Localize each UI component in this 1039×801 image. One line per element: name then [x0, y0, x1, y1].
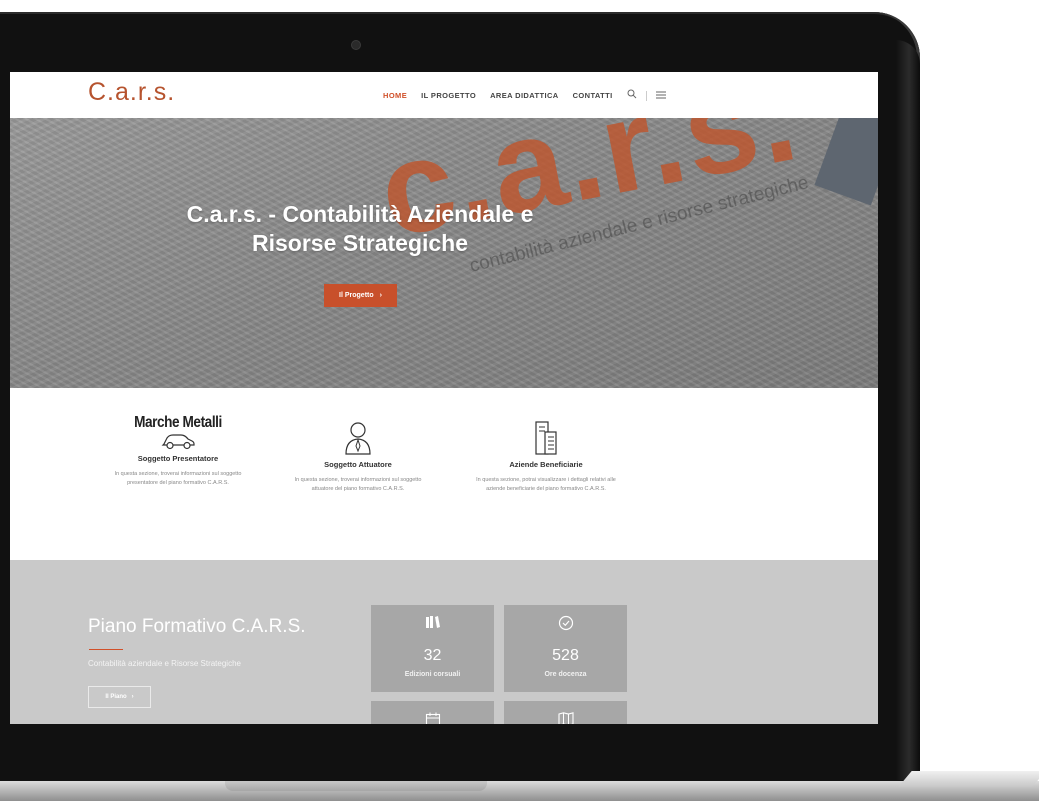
feature-description: In questa sezione, troverai informazioni… [114, 471, 242, 486]
books-icon [371, 615, 494, 634]
website-screen: C.a.r.s. HOME IL PROGETTO AREA DIDATTICA… [10, 72, 878, 724]
stat-card-edizioni[interactable]: 32 Edizioni corsuali [371, 605, 494, 692]
plan-title: Piano Formativo C.A.R.S. [88, 616, 306, 637]
plan-title-underline [89, 649, 123, 650]
laptop-base-notch [225, 781, 487, 791]
feature-soggetto-attuatore[interactable]: Soggetto Attuatore In questa sezione, tr… [283, 388, 433, 494]
laptop-mockup: C.a.r.s. HOME IL PROGETTO AREA DIDATTICA… [0, 0, 1039, 801]
il-progetto-button[interactable]: Il Progetto › [324, 284, 397, 307]
il-piano-button-label: Il Piano [105, 694, 127, 700]
nav-item-contatti[interactable]: CONTATTI [573, 91, 613, 100]
person-icon [345, 422, 371, 455]
laptop-base-edge [898, 771, 1039, 787]
feature-title: Soggetto Attuatore [324, 460, 392, 469]
hero-background-corner [814, 118, 878, 206]
search-icon[interactable] [627, 89, 637, 102]
feature-title: Aziende Beneficiarie [509, 460, 583, 469]
stat-value: 528 [552, 647, 579, 664]
map-icon [504, 712, 627, 724]
menu-icon[interactable] [655, 90, 666, 102]
nav-divider [645, 90, 647, 101]
calendar-icon [371, 712, 494, 724]
stat-card-calendar[interactable] [371, 701, 494, 724]
stat-card-map[interactable] [504, 701, 627, 724]
hero-banner: c.a.r.s. contabilità aziendale e risorse… [10, 118, 878, 388]
piano-formativo-section: Piano Formativo C.A.R.S. Contabilità azi… [10, 560, 878, 724]
laptop-lid-edge [896, 40, 920, 780]
il-progetto-button-label: Il Progetto [339, 292, 374, 299]
clock-icon [504, 615, 627, 636]
feature-soggetto-presentatore[interactable]: Marche Metalli Soggetto Presentatore In … [103, 388, 253, 488]
feature-description: In questa sezione, troverai informazioni… [294, 477, 422, 492]
feature-aziende-beneficiarie[interactable]: Aziende Beneficiarie In questa sezione, … [471, 388, 621, 494]
stat-label: Edizioni corsuali [404, 671, 461, 678]
nav-item-area-didattica[interactable]: AREA DIDATTICA [490, 91, 559, 100]
building-icon [535, 421, 557, 455]
hero-title: C.a.r.s. - Contabilità Aziendale e Risor… [186, 201, 534, 256]
nav-item-home[interactable]: HOME [383, 91, 407, 100]
car-icon [161, 434, 195, 450]
stat-label: Ore docenza [544, 671, 587, 678]
il-piano-button[interactable]: Il Piano › [88, 686, 151, 708]
stat-card-ore[interactable]: 528 Ore docenza [504, 605, 627, 692]
nav-item-il-progetto[interactable]: IL PROGETTO [421, 91, 476, 100]
brand-logo-text: Marche Metalli [134, 414, 222, 431]
laptop-base [0, 781, 1039, 801]
feature-title: Soggetto Presentatore [137, 454, 219, 463]
features-section: Marche Metalli Soggetto Presentatore In … [10, 388, 878, 560]
plan-subtitle: Contabilità aziendale e Risorse Strategi… [88, 659, 241, 668]
chevron-right-icon: › [379, 292, 382, 299]
site-header: C.a.r.s. HOME IL PROGETTO AREA DIDATTICA… [10, 72, 878, 118]
site-logo[interactable]: C.a.r.s. [88, 78, 175, 107]
feature-description: In questa sezione, potrai visualizzare i… [476, 477, 616, 492]
main-nav: HOME IL PROGETTO AREA DIDATTICA CONTATTI [383, 89, 675, 102]
stat-value: 32 [423, 647, 442, 664]
chevron-right-icon: › [131, 694, 134, 700]
camera-icon [352, 41, 360, 49]
